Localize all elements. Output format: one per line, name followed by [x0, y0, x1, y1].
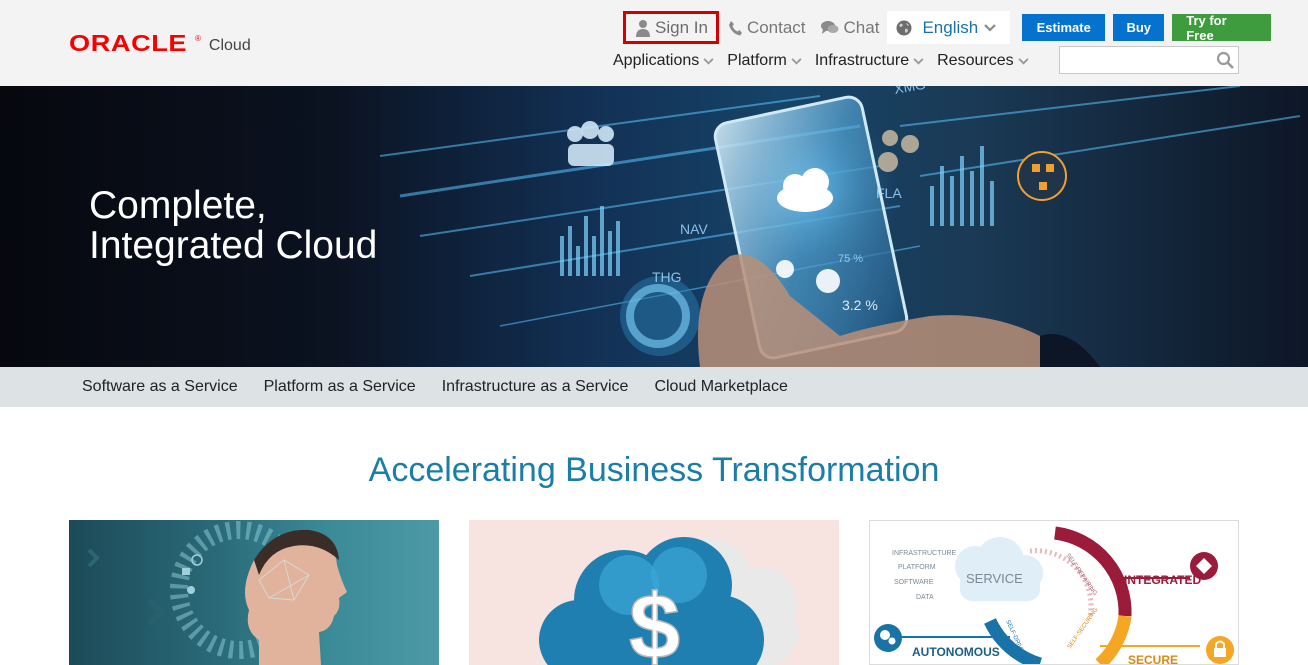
oracle-cloud-logo[interactable]: ORACLE ® Cloud [69, 30, 251, 57]
diagram-autonomous-label: AUTONOMOUS [912, 645, 1000, 659]
estimate-button[interactable]: Estimate [1022, 14, 1106, 41]
diagram-self-securing-label: SELF-SECURING [1067, 607, 1100, 651]
nav-resources[interactable]: Resources [937, 52, 1029, 70]
nav-applications[interactable]: Applications [613, 52, 714, 70]
sign-in-label: Sign In [655, 17, 708, 37]
subnav-saas[interactable]: Software as a Service [82, 378, 238, 396]
buy-button[interactable]: Buy [1113, 14, 1165, 41]
diagram-layer-software: SOFTWARE [894, 579, 934, 586]
logo-cloud-label: Cloud [208, 37, 251, 54]
subnav-paas[interactable]: Platform as a Service [264, 378, 416, 396]
chevron-down-icon [984, 23, 996, 32]
utility-bar: Sign In Contact Chat English Estimate Bu… [623, 11, 1272, 44]
try-for-free-button[interactable]: Try for Free [1172, 13, 1272, 43]
diagram-service-label: SERVICE [966, 571, 1023, 586]
hero-overlay-thg: THG [652, 269, 682, 285]
main-nav: Applications Platform Infrastructure Res… [613, 50, 1042, 72]
site-header: ORACLE ® Cloud Sign In Contact Chat Engl… [0, 0, 1308, 86]
card-cloud-cost[interactable]: $ [469, 520, 839, 665]
hero-banner: XMG FLA NAV THG 75 % 3.2 % Complete, Int… [0, 86, 1308, 367]
subnav-iaas[interactable]: Infrastructure as a Service [442, 378, 629, 396]
diagram-layer-platform: PLATFORM [898, 564, 936, 571]
hero-overlay-nav: NAV [680, 221, 708, 237]
diagram-integrated-label: INTEGRATED [1124, 573, 1201, 587]
nav-resources-label: Resources [937, 52, 1014, 69]
search-box [1059, 46, 1239, 74]
search-input[interactable] [1060, 47, 1210, 73]
user-icon [636, 19, 650, 37]
chevron-down-icon [1018, 57, 1029, 65]
diagram-layer-infrastructure: INFRASTRUCTURE [892, 550, 956, 557]
nav-infrastructure-label: Infrastructure [814, 52, 910, 69]
hero-title-line1: Complete, [89, 184, 267, 227]
contact-link[interactable]: Contact [728, 11, 806, 44]
logo-registered-mark: ® [195, 34, 201, 43]
service-subnav: Software as a Service Platform as a Serv… [0, 367, 1308, 407]
card-ai-face[interactable] [69, 520, 439, 665]
hero-overlay-xmg: XMG [893, 86, 927, 97]
nav-platform-label: Platform [727, 52, 787, 69]
chat-link[interactable]: Chat [820, 11, 880, 44]
nav-infrastructure[interactable]: Infrastructure [815, 52, 924, 70]
diagram-layer-data: DATA [916, 594, 934, 601]
chevron-down-icon [913, 57, 924, 65]
chat-bubbles-icon [820, 20, 839, 34]
autonomous-diagram: SERVICE INFRASTRUCTURE PLATFORM SOFTWARE… [874, 526, 1234, 664]
chevron-down-icon [703, 57, 714, 65]
search-icon[interactable] [1216, 51, 1235, 70]
language-selector[interactable]: English [887, 11, 1011, 44]
phone-icon [728, 20, 742, 35]
dollar-cloud-image: $ [539, 537, 799, 665]
chevron-down-icon [791, 57, 802, 65]
hero-overlay-fla: FLA [876, 185, 902, 201]
chat-label: Chat [843, 17, 880, 37]
sign-in-link[interactable]: Sign In [623, 11, 719, 44]
contact-label: Contact [746, 17, 806, 37]
ai-face-image [87, 521, 347, 665]
hero-title-line2: Integrated Cloud [89, 224, 378, 267]
hero-overlay-32pct: 3.2 % [842, 297, 878, 313]
diagram-self-repairing-label: SELF-REPAIRING [1064, 553, 1098, 597]
globe-icon [896, 20, 912, 35]
nav-applications-label: Applications [613, 52, 700, 69]
hero-title: Complete, Integrated Cloud [89, 186, 377, 266]
card-autonomous-diagram[interactable]: SERVICE INFRASTRUCTURE PLATFORM SOFTWARE… [869, 520, 1239, 665]
hero-overlay-75pct: 75 % [838, 253, 863, 265]
nav-platform[interactable]: Platform [727, 52, 802, 70]
subnav-cloud-marketplace[interactable]: Cloud Marketplace [654, 378, 787, 396]
diagram-secure-label: SECURE [1128, 653, 1178, 664]
language-label: English [922, 17, 979, 37]
dollar-sign-icon: $ [629, 576, 680, 665]
section-title: Accelerating Business Transformation [368, 451, 940, 489]
